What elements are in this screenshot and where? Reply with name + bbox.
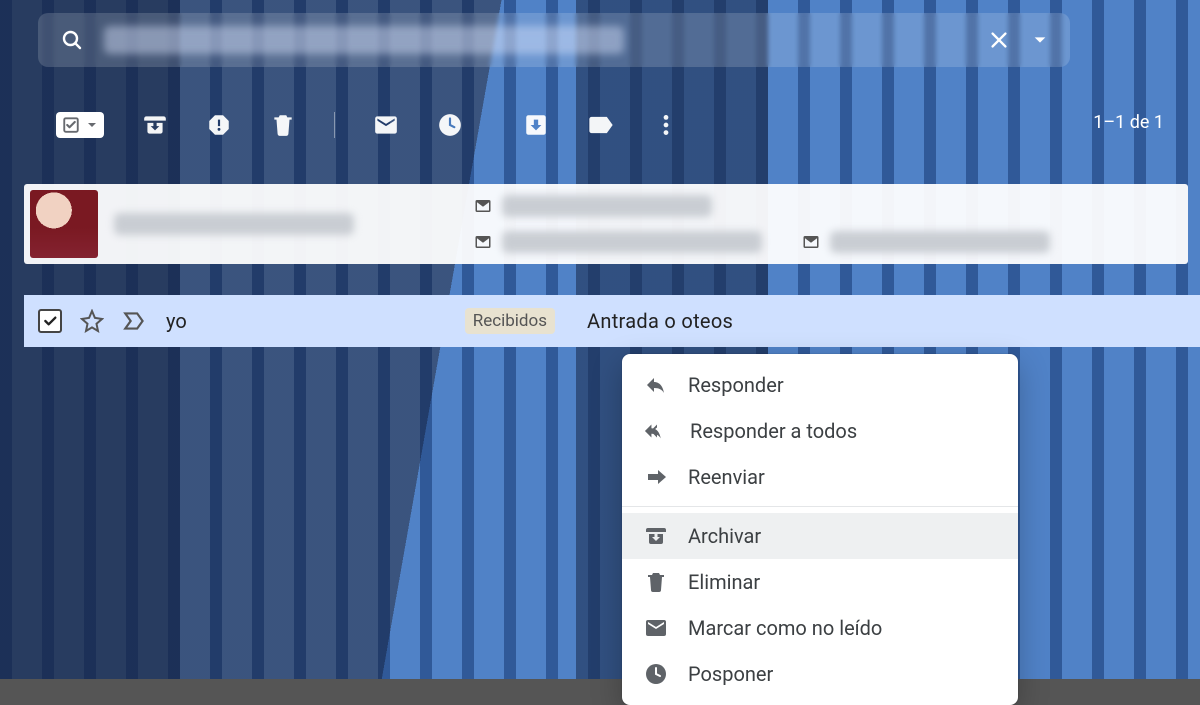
action-toolbar — [56, 101, 679, 149]
menu-item-label: Eliminar — [688, 570, 760, 594]
search-input[interactable] — [104, 26, 624, 54]
context-menu: Responder Responder a todos Reenviar Arc… — [622, 354, 1018, 705]
contact-detail-redacted — [502, 231, 762, 253]
trash-icon — [644, 570, 668, 594]
menu-item-label: Archivar — [688, 524, 761, 548]
contact-name-redacted — [114, 213, 354, 235]
reply-icon — [644, 373, 668, 397]
email-subject: Antrada o oteos — [587, 309, 733, 333]
toolbar-separator — [334, 112, 335, 138]
menu-forward[interactable]: Reenviar — [622, 454, 1018, 500]
snooze-icon[interactable] — [437, 112, 463, 138]
menu-item-label: Posponer — [688, 662, 773, 686]
menu-reply[interactable]: Responder — [622, 362, 1018, 408]
contact-email-redacted — [502, 195, 712, 217]
search-options-caret-icon[interactable] — [1032, 32, 1048, 48]
report-spam-icon[interactable] — [206, 112, 232, 138]
more-icon[interactable] — [653, 112, 679, 138]
select-all-toggle[interactable] — [56, 112, 104, 138]
inbox-tag[interactable]: Recibidos — [465, 308, 555, 334]
move-to-icon[interactable] — [523, 112, 549, 138]
menu-snooze[interactable]: Posponer — [622, 651, 1018, 697]
avatar — [30, 190, 98, 258]
importance-icon[interactable] — [122, 308, 148, 334]
reply-all-icon — [644, 419, 670, 443]
label-icon[interactable] — [587, 111, 615, 139]
forward-icon — [644, 465, 668, 489]
menu-item-label: Marcar como no leído — [688, 616, 882, 640]
menu-item-label: Responder a todos — [690, 419, 857, 443]
email-row[interactable]: yo Recibidos Antrada o oteos — [24, 295, 1200, 347]
pagination-counter: 1–1 de 1 — [1093, 112, 1164, 133]
mail-icon — [644, 616, 668, 640]
mail-icon — [474, 233, 492, 251]
archive-icon[interactable] — [142, 112, 168, 138]
menu-mark-unread[interactable]: Marcar como no leído — [622, 605, 1018, 651]
search-icon[interactable] — [60, 28, 84, 52]
mail-icon — [802, 233, 820, 251]
delete-icon[interactable] — [270, 112, 296, 138]
menu-delete[interactable]: Eliminar — [622, 559, 1018, 605]
clock-icon — [644, 662, 668, 686]
contact-detail-redacted — [830, 231, 1050, 253]
clear-search-icon[interactable] — [988, 29, 1010, 51]
sender-label: yo — [166, 309, 187, 333]
mark-unread-icon[interactable] — [373, 112, 399, 138]
menu-item-label: Reenviar — [688, 465, 765, 489]
archive-icon — [644, 524, 668, 548]
menu-reply-all[interactable]: Responder a todos — [622, 408, 1018, 454]
search-bar[interactable] — [38, 13, 1070, 67]
row-checkbox[interactable] — [38, 309, 62, 333]
menu-separator — [622, 506, 1018, 507]
mail-icon — [474, 197, 492, 215]
star-icon[interactable] — [80, 309, 104, 333]
contact-card[interactable] — [24, 184, 1188, 264]
menu-item-label: Responder — [688, 373, 784, 397]
menu-archive[interactable]: Archivar — [622, 513, 1018, 559]
